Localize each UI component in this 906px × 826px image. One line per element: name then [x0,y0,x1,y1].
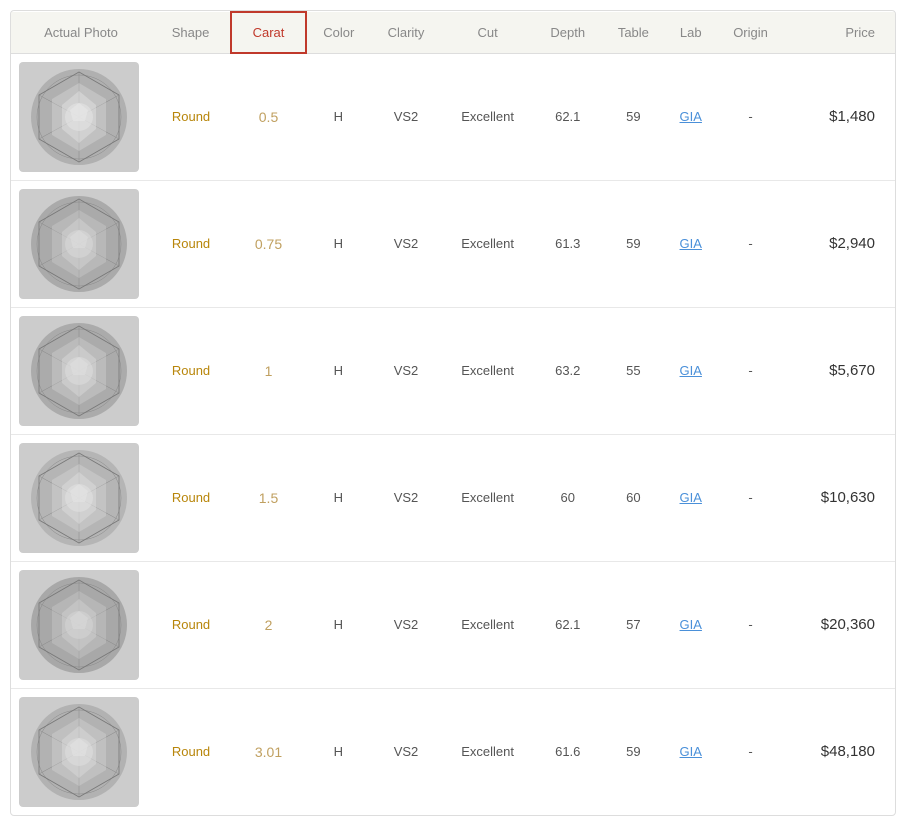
table-cell: 59 [602,53,665,180]
table-cell: 59 [602,180,665,307]
diamond-photo-cell[interactable] [11,561,151,688]
header-carat: Carat [231,12,306,53]
lab-cell[interactable]: GIA [665,180,717,307]
diamond-photo-cell[interactable] [11,180,151,307]
depth-cell: 60 [534,434,602,561]
lab-link[interactable]: GIA [680,109,702,124]
carat-cell: 3.01 [231,688,306,815]
clarity-cell: VS2 [371,688,442,815]
color-cell: H [306,434,371,561]
cut-cell: Excellent [441,307,533,434]
diamond-image [19,570,139,680]
carat-cell: 2 [231,561,306,688]
color-cell: H [306,53,371,180]
header-shape: Shape [151,12,231,53]
color-cell: H [306,180,371,307]
header-clarity: Clarity [371,12,442,53]
carat-cell: 0.5 [231,53,306,180]
table-header-row: Actual Photo Shape Carat Color Clarity C… [11,12,895,53]
color-cell: H [306,307,371,434]
depth-cell: 62.1 [534,53,602,180]
depth-cell: 61.3 [534,180,602,307]
header-table: Table [602,12,665,53]
cut-cell: Excellent [441,561,533,688]
header-color: Color [306,12,371,53]
diamond-photo-cell[interactable] [11,53,151,180]
diamond-image [19,62,139,172]
lab-link[interactable]: GIA [680,617,702,632]
table-row: Round3.01HVS2Excellent61.659 GIA-$48,180 [11,688,895,815]
clarity-cell: VS2 [371,180,442,307]
cut-cell: Excellent [441,688,533,815]
lab-cell[interactable]: GIA [665,561,717,688]
price-cell: $20,360 [785,561,895,688]
depth-cell: 61.6 [534,688,602,815]
lab-cell[interactable]: GIA [665,53,717,180]
price-cell: $5,670 [785,307,895,434]
carat-cell: 1 [231,307,306,434]
header-lab: Lab [665,12,717,53]
diamond-image [19,443,139,553]
header-photo: Actual Photo [11,12,151,53]
header-price: Price [785,12,895,53]
shape-cell: Round [151,53,231,180]
lab-cell[interactable]: GIA [665,307,717,434]
origin-cell: - [717,561,785,688]
origin-cell: - [717,180,785,307]
carat-cell: 1.5 [231,434,306,561]
color-cell: H [306,561,371,688]
diamond-table: Actual Photo Shape Carat Color Clarity C… [10,10,896,816]
table-row: Round1.5HVS2Excellent6060GIA-$10,630 [11,434,895,561]
header-cut: Cut [441,12,533,53]
lab-link[interactable]: GIA [680,744,702,759]
cut-cell: Excellent [441,434,533,561]
cut-cell: Excellent [441,180,533,307]
header-depth: Depth [534,12,602,53]
table-cell: 57 [602,561,665,688]
price-cell: $10,630 [785,434,895,561]
cut-cell: Excellent [441,53,533,180]
color-cell: H [306,688,371,815]
depth-cell: 62.1 [534,561,602,688]
table-row: Round2HVS2Excellent62.157 GIA-$20,360 [11,561,895,688]
diamond-image [19,189,139,299]
table-cell: 55 [602,307,665,434]
shape-cell: Round [151,434,231,561]
origin-cell: - [717,53,785,180]
shape-cell: Round [151,307,231,434]
origin-cell: - [717,688,785,815]
diamond-photo-cell[interactable] [11,307,151,434]
clarity-cell: VS2 [371,307,442,434]
table-row: Round1HVS2Excellent63.255 GIA-$5,670 [11,307,895,434]
price-cell: $2,940 [785,180,895,307]
clarity-cell: VS2 [371,561,442,688]
clarity-cell: VS2 [371,53,442,180]
clarity-cell: VS2 [371,434,442,561]
diamond-photo-cell[interactable] [11,434,151,561]
carat-cell: 0.75 [231,180,306,307]
table-cell: 60 [602,434,665,561]
price-cell: $48,180 [785,688,895,815]
shape-cell: Round [151,688,231,815]
origin-cell: - [717,307,785,434]
lab-link[interactable]: GIA [680,490,702,505]
table-row: Round0.75HVS2Excellent61.359 GIA-$2,940 [11,180,895,307]
shape-cell: Round [151,180,231,307]
diamond-image [19,697,139,807]
lab-cell[interactable]: GIA [665,434,717,561]
header-origin: Origin [717,12,785,53]
depth-cell: 63.2 [534,307,602,434]
origin-cell: - [717,434,785,561]
lab-link[interactable]: GIA [680,363,702,378]
table-row: Round0.5HVS2Excellent62.159 GIA-$1,480 [11,53,895,180]
lab-link[interactable]: GIA [680,236,702,251]
price-cell: $1,480 [785,53,895,180]
diamond-photo-cell[interactable] [11,688,151,815]
table-cell: 59 [602,688,665,815]
shape-cell: Round [151,561,231,688]
diamond-image [19,316,139,426]
lab-cell[interactable]: GIA [665,688,717,815]
